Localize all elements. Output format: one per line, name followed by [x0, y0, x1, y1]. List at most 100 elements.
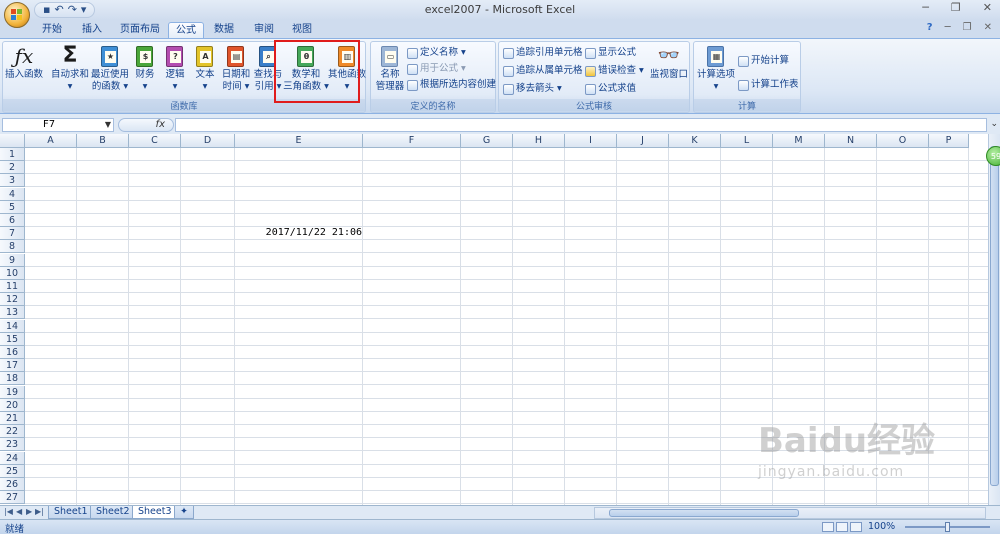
column-header[interactable]: C [129, 134, 181, 148]
remove-arrows-button[interactable]: 移去箭头 ▾ [503, 82, 562, 96]
tab-formulas[interactable]: 公式 [168, 22, 204, 38]
name-manager-button[interactable]: ▭ 名称 管理器 [373, 44, 407, 100]
row-header[interactable]: 12 [0, 293, 25, 307]
insert-sheet-button[interactable]: ✦ [174, 506, 194, 519]
tab-review[interactable]: 审阅 [248, 22, 280, 38]
select-all-corner[interactable] [0, 134, 25, 148]
last-sheet-icon[interactable]: ▶| [35, 507, 44, 516]
zoom-slider[interactable] [905, 522, 990, 532]
autosum-button[interactable]: Σ 自动求和 ▾ [49, 44, 91, 100]
page-break-view-icon[interactable] [850, 522, 862, 532]
ribbon-restore-icon[interactable]: ❐ [963, 22, 972, 33]
redo-icon[interactable]: ↷ [68, 3, 77, 17]
column-header[interactable]: F [363, 134, 461, 148]
row-header[interactable]: 16 [0, 346, 25, 359]
row-header[interactable]: 3 [0, 174, 25, 188]
zoom-slider-knob[interactable] [945, 522, 950, 532]
normal-view-icon[interactable] [822, 522, 834, 532]
column-header[interactable]: E [235, 134, 363, 148]
office-button[interactable] [4, 2, 30, 28]
vertical-scroll-thumb[interactable] [990, 146, 999, 486]
trace-dependents-button[interactable]: 追踪从属单元格 [503, 64, 583, 78]
sheet-tab-sheet1[interactable]: Sheet1 [48, 506, 94, 519]
vertical-scrollbar[interactable] [988, 134, 1000, 506]
show-formulas-button[interactable]: 显示公式 [585, 46, 636, 60]
horizontal-scroll-thumb[interactable] [609, 509, 799, 517]
insert-function-button[interactable]: ƒx 插入函数 [5, 44, 43, 100]
evaluate-formula-button[interactable]: 公式求值 [585, 82, 636, 96]
row-header[interactable]: 15 [0, 332, 25, 346]
text-button[interactable]: A 文本 ▾ [189, 44, 221, 100]
row-header[interactable]: 23 [0, 438, 25, 452]
column-header[interactable]: O [877, 134, 929, 148]
tab-page-layout[interactable]: 页面布局 [116, 22, 164, 38]
row-header[interactable]: 9 [0, 253, 25, 267]
row-header[interactable]: 10 [0, 266, 25, 280]
error-checking-button[interactable]: 错误检查 ▾ [585, 64, 644, 78]
column-header[interactable]: B [77, 134, 129, 148]
tab-view[interactable]: 视图 [286, 22, 318, 38]
page-layout-view-icon[interactable] [836, 522, 848, 532]
expand-formula-bar-icon[interactable]: ⌄ [990, 119, 998, 129]
row-header[interactable]: 19 [0, 385, 25, 399]
row-header[interactable]: 8 [0, 240, 25, 254]
ribbon-minimize-icon[interactable]: ─ [945, 22, 951, 33]
undo-icon[interactable]: ↶ [54, 3, 63, 17]
row-header[interactable]: 25 [0, 464, 25, 478]
define-name-button[interactable]: 定义名称 ▾ [407, 46, 466, 60]
financial-button[interactable]: $ 财务 ▾ [129, 44, 161, 100]
close-icon[interactable]: ✕ [983, 1, 992, 14]
use-in-formula-button[interactable]: 用于公式 ▾ [407, 62, 466, 76]
row-header[interactable]: 27 [0, 491, 25, 505]
row-header[interactable]: 26 [0, 478, 25, 491]
calculation-options-button[interactable]: ▦ 计算选项 ▾ [696, 44, 736, 100]
column-header[interactable]: L [721, 134, 773, 148]
column-header[interactable]: I [565, 134, 617, 148]
calculate-now-button[interactable]: 开始计算 [738, 54, 789, 68]
row-header[interactable]: 24 [0, 451, 25, 465]
sheet-tab-sheet2[interactable]: Sheet2 [90, 506, 136, 519]
row-header[interactable]: 21 [0, 412, 25, 425]
save-icon[interactable]: ▪ [43, 3, 50, 17]
recently-used-button[interactable]: ★ 最近使用 的函数 ▾ [89, 44, 131, 100]
date-time-button[interactable]: ▤ 日期和 时间 ▾ [219, 44, 253, 100]
row-header[interactable]: 7 [0, 227, 25, 241]
column-header[interactable]: G [461, 134, 513, 148]
tab-home[interactable]: 开始 [36, 22, 68, 38]
insert-function-fx-button[interactable]: fx [118, 118, 174, 132]
create-from-selection-button[interactable]: 根据所选内容创建 [407, 78, 496, 92]
row-header[interactable]: 22 [0, 425, 25, 439]
column-header[interactable]: N [825, 134, 877, 148]
horizontal-scrollbar[interactable] [594, 507, 986, 519]
ribbon-close-icon[interactable]: ✕ [984, 22, 992, 33]
first-sheet-icon[interactable]: |◀ [4, 507, 13, 516]
row-header[interactable]: 6 [0, 214, 25, 227]
prev-sheet-icon[interactable]: ◀ [16, 507, 22, 516]
row-header[interactable]: 20 [0, 398, 25, 412]
row-header[interactable]: 2 [0, 161, 25, 175]
trace-precedents-button[interactable]: 追踪引用单元格 [503, 46, 583, 60]
row-header[interactable]: 11 [0, 280, 25, 293]
tab-data[interactable]: 数据 [208, 22, 240, 38]
minimize-icon[interactable]: ─ [922, 1, 929, 14]
formula-input[interactable] [175, 118, 987, 132]
column-header[interactable]: K [669, 134, 721, 148]
row-header[interactable]: 17 [0, 359, 25, 373]
name-box[interactable]: F7 ▼ [2, 118, 114, 132]
column-header[interactable]: D [181, 134, 235, 148]
column-header[interactable]: M [773, 134, 825, 148]
restore-icon[interactable]: ❐ [951, 1, 961, 14]
logical-button[interactable]: ? 逻辑 ▾ [159, 44, 191, 100]
column-header[interactable]: H [513, 134, 565, 148]
column-header[interactable]: A [25, 134, 77, 148]
customize-qat-icon[interactable]: ▾ [81, 3, 87, 17]
row-header[interactable]: 1 [0, 148, 25, 161]
row-header[interactable]: 5 [0, 200, 25, 214]
next-sheet-icon[interactable]: ▶ [26, 507, 32, 516]
help-icon[interactable]: ? [927, 22, 933, 33]
row-header[interactable]: 14 [0, 319, 25, 333]
row-header[interactable]: 4 [0, 187, 25, 201]
row-header[interactable]: 18 [0, 372, 25, 386]
name-box-dropdown-icon[interactable]: ▼ [105, 119, 111, 131]
calculate-sheet-button[interactable]: 计算工作表 [738, 78, 799, 92]
